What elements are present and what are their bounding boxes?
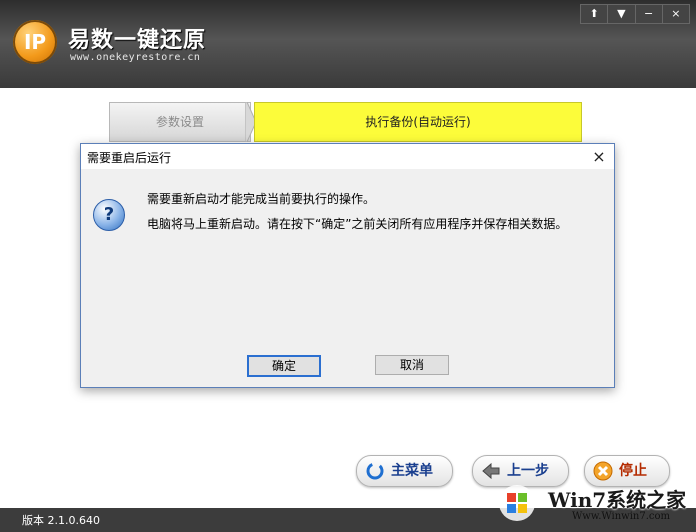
ok-button[interactable]: 确定 [247,355,321,377]
step-label: 参数设置 [155,115,204,129]
dialog-titlebar: 需要重启后运行 × [81,144,614,169]
version-label: 版本 2.1.0.640 [22,514,100,527]
stop-button[interactable]: 停止 [584,455,670,487]
step-execute-backup: 执行备份(自动运行) [254,102,582,142]
windows-logo-icon [499,485,535,521]
back-arrow-icon [482,462,500,480]
refresh-icon [366,462,384,480]
stop-label: 停止 [619,463,647,479]
restart-dialog: 需要重启后运行 × ? 需要重新启动才能完成当前要执行的操作。 电脑将马上重新启… [80,143,615,388]
step-parameter-settings: 参数设置 [109,102,251,142]
cancel-button[interactable]: 取消 [375,355,449,375]
close-window-button[interactable]: × [661,5,689,23]
stop-icon [593,461,613,481]
question-icon: ? [93,199,125,231]
dialog-message-line1: 需要重新启动才能完成当前要执行的操作。 [147,192,376,206]
watermark-text: Win7系统之家 [548,488,687,512]
back-button[interactable]: 上一步 [472,455,569,487]
main-menu-label: 主菜单 [391,463,433,479]
step-label: 执行备份(自动运行) [365,115,471,129]
watermark-url: Www.Winwin7.com [572,511,670,522]
menu-down-icon[interactable]: ▼ [607,5,634,23]
app-url: www.onekeyrestore.cn [70,52,201,63]
back-label: 上一步 [507,463,549,479]
window-controls: ⬆ ▼ − × [580,4,690,24]
app-title: 易数一键还原 [68,28,207,53]
logo-letters: IP [23,30,47,54]
close-icon[interactable]: × [588,146,610,168]
app-header: IP 易数一键还原 www.onekeyrestore.cn ⬆ ▼ − × [0,0,696,88]
dialog-title: 需要重启后运行 [87,151,172,165]
minimize-button[interactable]: − [634,5,662,23]
main-menu-button[interactable]: 主菜单 [356,455,453,487]
app-logo-icon: IP [13,20,57,64]
pin-icon[interactable]: ⬆ [581,5,607,23]
dialog-message-line2: 电脑将马上重新启动。请在按下“确定”之前关闭所有应用程序并保存相关数据。 [147,217,568,231]
